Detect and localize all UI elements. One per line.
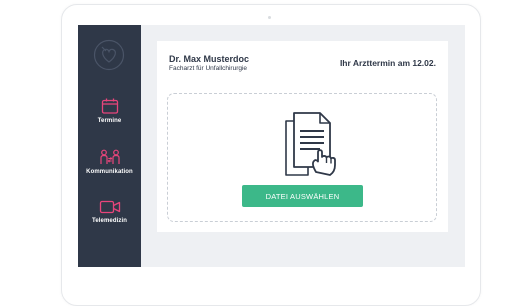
select-file-button[interactable]: DATEI AUSWÄHLEN bbox=[242, 185, 363, 207]
sidebar-item-label: Kommunikation bbox=[86, 169, 133, 175]
app-screen: Termine Kommunikation Telemedizin Dr. Ma… bbox=[78, 25, 465, 267]
sidebar: Termine Kommunikation Telemedizin bbox=[78, 25, 141, 267]
file-dropzone[interactable]: DATEI AUSWÄHLEN bbox=[167, 93, 437, 222]
people-icon bbox=[99, 149, 120, 164]
sidebar-item-telemedizin[interactable]: Telemedizin bbox=[78, 200, 141, 224]
document-hand-icon bbox=[285, 112, 336, 176]
doctor-specialty: Facharzt für Unfallchirurgie bbox=[169, 65, 248, 72]
tablet-camera bbox=[268, 16, 271, 19]
main-panel: Dr. Max Musterdoc Facharzt für Unfallchi… bbox=[157, 41, 448, 232]
calendar-icon bbox=[101, 98, 118, 114]
sidebar-item-kommunikation[interactable]: Kommunikation bbox=[78, 149, 141, 175]
heart-stethoscope-logo-icon bbox=[93, 39, 125, 71]
sidebar-item-label: Telemedizin bbox=[92, 218, 127, 224]
sidebar-item-termine[interactable]: Termine bbox=[78, 98, 141, 124]
sidebar-item-label: Termine bbox=[97, 118, 122, 124]
appointment-info: Ihr Arzttermin am 12.02. bbox=[339, 58, 436, 68]
doctor-name: Dr. Max Musterdoc bbox=[169, 54, 250, 64]
video-camera-icon bbox=[99, 200, 120, 214]
